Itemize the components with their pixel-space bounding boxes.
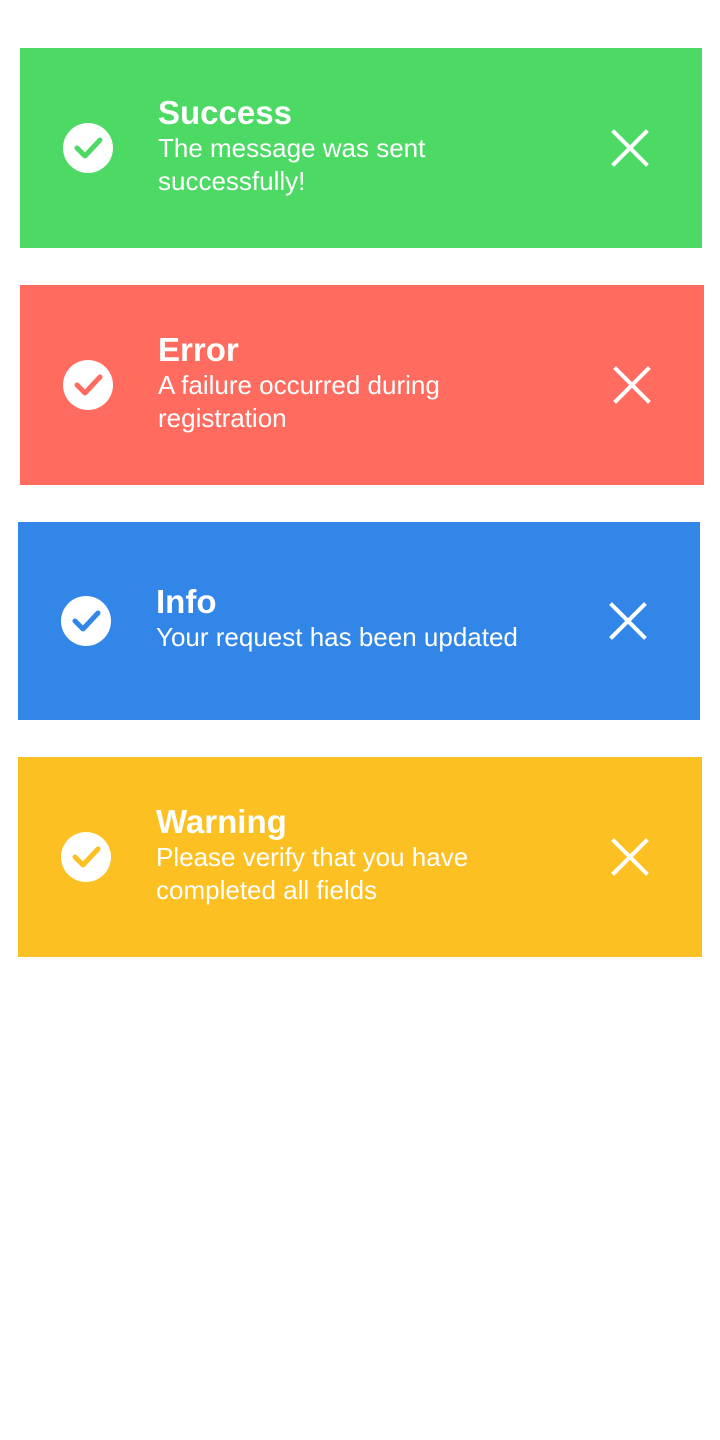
toast-message: A failure occurred during registration (158, 370, 440, 433)
close-button[interactable] (604, 597, 652, 645)
toast-title: Warning (156, 803, 287, 840)
check-circle-icon (63, 123, 113, 173)
toast-message: Please verify that you have completed al… (156, 842, 469, 905)
toast-text: Warning Please verify that you have comp… (156, 803, 566, 907)
close-icon (611, 129, 649, 167)
toast-text: Info Your request has been updated (156, 583, 566, 654)
toast-text: Success The message was sent successfull… (158, 94, 568, 198)
close-button[interactable] (606, 833, 654, 881)
toast-text: Error A failure occurred during registra… (158, 331, 568, 435)
toast-error: Error A failure occurred during registra… (20, 285, 704, 485)
toast-list: Success The message was sent successfull… (0, 0, 720, 1440)
close-button[interactable] (608, 361, 656, 409)
check-circle-icon (61, 832, 111, 882)
toast-title: Error (158, 331, 239, 368)
check-circle-icon (61, 596, 111, 646)
close-icon (609, 602, 647, 640)
check-circle-icon (63, 360, 113, 410)
close-icon (613, 366, 651, 404)
toast-message: Your request has been updated (156, 622, 518, 652)
toast-warning: Warning Please verify that you have comp… (18, 757, 702, 957)
toast-title: Success (158, 94, 292, 131)
toast-title: Info (156, 583, 217, 620)
toast-success: Success The message was sent successfull… (20, 48, 702, 248)
toast-info: Info Your request has been updated (18, 522, 700, 720)
close-icon (611, 838, 649, 876)
close-button[interactable] (606, 124, 654, 172)
toast-message: The message was sent successfully! (158, 133, 426, 196)
